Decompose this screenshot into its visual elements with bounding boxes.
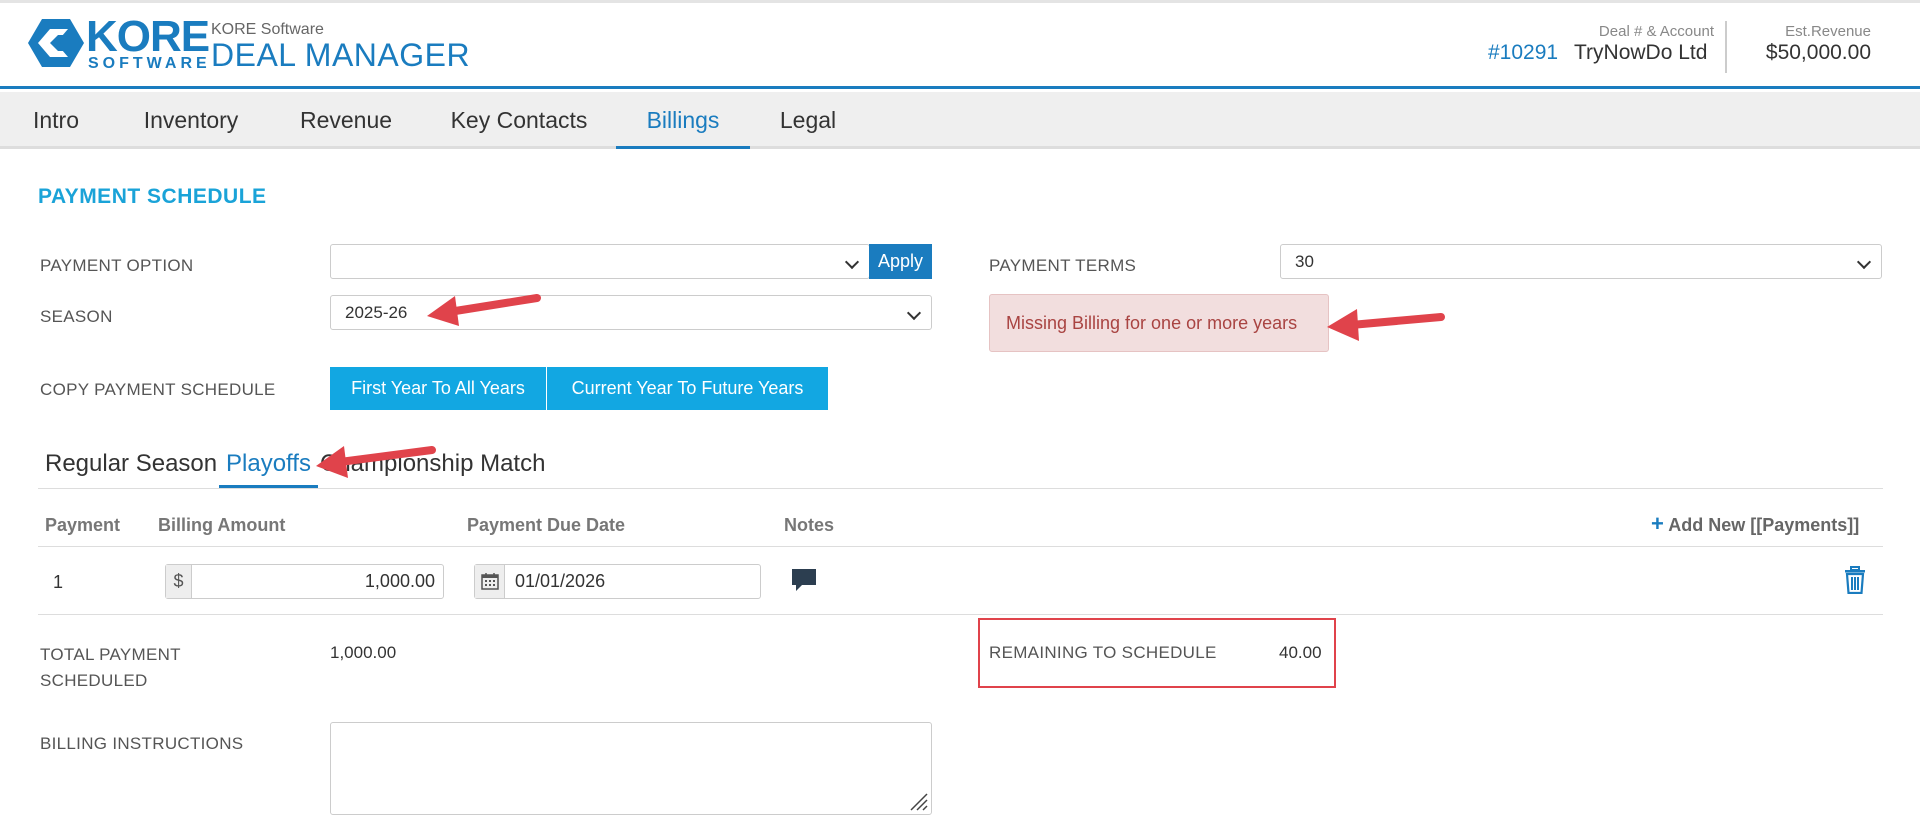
resize-grip-icon[interactable]	[907, 790, 929, 812]
nav-revenue[interactable]: Revenue	[288, 92, 404, 149]
row-payment-number: 1	[53, 572, 64, 592]
annotation-arrow-season	[427, 294, 541, 326]
col-header-payment: Payment	[45, 515, 121, 535]
nav-legal[interactable]: Legal	[770, 92, 846, 149]
add-new-payment-button[interactable]: + Add New [[Payments]]	[1651, 513, 1860, 536]
season-label: SEASON	[40, 307, 113, 326]
subtab-regular-season[interactable]: Regular Season	[45, 446, 217, 488]
copy-schedule-label: COPY PAYMENT SCHEDULE	[40, 380, 276, 399]
nav-inventory[interactable]: Inventory	[124, 92, 258, 149]
revenue-label: Est.Revenue	[1785, 23, 1871, 40]
nav-intro[interactable]: Intro	[12, 92, 100, 149]
table-row-divider	[38, 614, 1883, 615]
payment-option-label: PAYMENT OPTION	[40, 256, 194, 275]
copy-first-year-button[interactable]: First Year To All Years	[330, 367, 546, 410]
due-date-value: 01/01/2026	[515, 571, 606, 591]
billing-instructions-textarea[interactable]	[330, 722, 932, 815]
annotation-arrow-alert	[1327, 309, 1445, 341]
calendar-icon[interactable]	[475, 565, 505, 598]
payment-terms-label: PAYMENT TERMS	[989, 256, 1137, 275]
revenue-value: $50,000.00	[1765, 41, 1871, 64]
kore-logo[interactable]: KORE SOFTWARE	[28, 13, 210, 73]
subtabs-divider	[38, 488, 1883, 489]
billing-instructions-label: BILLING INSTRUCTIONS	[40, 734, 244, 753]
table-header-divider	[38, 546, 1883, 547]
payment-terms-select[interactable]: 30	[1280, 244, 1882, 279]
kore-hexagon-icon	[28, 19, 84, 67]
apply-button[interactable]: Apply	[869, 244, 932, 279]
chevron-down-icon	[844, 254, 860, 270]
total-label-line1: TOTAL PAYMENT	[40, 645, 181, 664]
annotation-highlight-box	[978, 618, 1336, 688]
col-header-due-date: Payment Due Date	[467, 515, 626, 535]
chevron-down-icon	[906, 305, 922, 321]
billing-amount-input[interactable]: $ 1,000.00	[165, 564, 444, 599]
col-header-billing-amount: Billing Amount	[158, 515, 286, 535]
app-header: KORE SOFTWARE KORE Software DEAL MANAGER…	[0, 3, 1920, 89]
trash-icon[interactable]	[1843, 566, 1867, 599]
add-new-label: Add New [[Payments]]	[1668, 515, 1860, 535]
account-name: TryNowDo Ltd	[1574, 41, 1708, 64]
nav-billings[interactable]: Billings	[616, 92, 750, 149]
nav-key-contacts[interactable]: Key Contacts	[432, 92, 606, 149]
col-header-notes: Notes	[784, 515, 835, 535]
deal-account-label: Deal # & Account	[1598, 23, 1714, 40]
total-scheduled-value: 1,000.00	[330, 643, 397, 662]
total-label-line2: SCHEDULED	[40, 671, 148, 690]
payment-terms-value: 30	[1295, 252, 1314, 271]
total-scheduled-label: TOTAL PAYMENT SCHEDULED	[40, 642, 181, 694]
billing-amount-value: 1,000.00	[364, 571, 435, 591]
main-nav: Intro Inventory Revenue Key Contacts Bil…	[0, 92, 1920, 149]
logo-subword: SOFTWARE	[88, 55, 211, 72]
chevron-down-icon	[1856, 254, 1872, 270]
season-value: 2025-26	[345, 303, 408, 322]
currency-addon: $	[166, 565, 192, 598]
payment-option-select[interactable]	[330, 244, 870, 279]
app-title: DEAL MANAGER	[211, 37, 471, 73]
section-title: PAYMENT SCHEDULE	[38, 185, 267, 208]
season-select[interactable]: 2025-26	[330, 295, 932, 330]
notes-comment-icon[interactable]	[790, 566, 818, 599]
copy-current-year-button[interactable]: Current Year To Future Years	[547, 367, 828, 410]
missing-billing-alert: Missing Billing for one or more years	[989, 294, 1329, 352]
header-divider	[1725, 21, 1727, 73]
logo-wordmark: KORE	[86, 12, 210, 61]
plus-icon: +	[1651, 511, 1664, 536]
due-date-input[interactable]: 01/01/2026	[474, 564, 761, 599]
subtab-playoffs[interactable]: Playoffs	[219, 446, 318, 488]
deal-number[interactable]: #10291	[1488, 41, 1558, 65]
annotation-arrow-playoffs	[316, 446, 436, 478]
